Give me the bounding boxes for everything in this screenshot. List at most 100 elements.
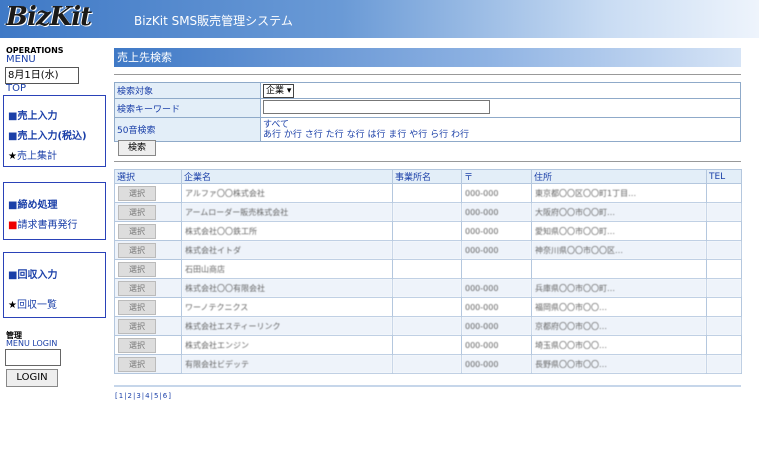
closing-menu-box: ■締め処理 ■請求書再発行 <box>3 182 106 240</box>
row-company: 有限会社ビデッテ <box>181 354 393 374</box>
row-address: 京都府〇〇市〇〇… <box>531 316 707 336</box>
row-zip: 000-000 <box>461 221 532 241</box>
menu-sales-entry[interactable]: ■売上入力 <box>8 107 57 122</box>
row-select-button[interactable]: 選択 <box>118 261 156 277</box>
row-zip: 000-000 <box>461 316 532 336</box>
row-select-button[interactable]: 選択 <box>118 356 156 372</box>
page-title: 売上先検索 <box>114 48 741 67</box>
kana-ha-link[interactable]: は行 <box>367 130 385 140</box>
kana-wa-link[interactable]: わ行 <box>451 130 469 140</box>
row-address: 大阪府〇〇市〇〇町… <box>531 202 707 222</box>
login-button[interactable]: LOGIN <box>6 369 58 387</box>
row-zip: 000-000 <box>461 202 532 222</box>
menu-sales-entry-tax[interactable]: ■売上入力(税込) <box>8 127 87 142</box>
kana-all-link[interactable]: すべて <box>263 120 289 130</box>
row-office <box>392 221 462 241</box>
row-select-cell: 選択 <box>114 278 182 298</box>
divider <box>114 385 741 387</box>
table-row: 選択 有限会社ビデッテ 000-000 長野県〇〇市〇〇… <box>114 354 742 374</box>
row-tel <box>706 202 742 222</box>
row-select-cell: 選択 <box>114 221 182 241</box>
kana-sa-link[interactable]: さ行 <box>305 130 323 140</box>
menu-sales-summary[interactable]: ★売上集計 <box>8 147 57 162</box>
table-row: 選択 株式会社イトダ 000-000 神奈川県〇〇市〇〇区… <box>114 240 742 260</box>
kana-ma-link[interactable]: ま行 <box>388 130 406 140</box>
kana-na-link[interactable]: な行 <box>347 130 365 140</box>
search-keyword-label: 検索キーワード <box>114 98 261 118</box>
row-office <box>392 183 462 203</box>
row-zip: 000-000 <box>461 278 532 298</box>
pagination[interactable]: [1|2|3|4|5|6] <box>115 392 172 400</box>
row-company: 株式会社イトダ <box>181 240 393 260</box>
kana-search-label: 50音検索 <box>114 117 261 142</box>
row-tel <box>706 335 742 355</box>
table-row: 選択 株式会社エンジン 000-000 埼玉県〇〇市〇〇… <box>114 335 742 355</box>
table-row: 選択 株式会社〇〇鉄工所 000-000 愛知県〇〇市〇〇町… <box>114 221 742 241</box>
table-row: 選択 石田山商店 <box>114 259 742 279</box>
row-select-button[interactable]: 選択 <box>118 204 156 220</box>
bizkit-logo[interactable]: BizKit <box>6 2 92 32</box>
menu-invoice-reissue[interactable]: ■請求書再発行 <box>8 216 77 231</box>
row-office <box>392 278 462 298</box>
login-password-input[interactable] <box>5 349 61 366</box>
row-company: 株式会社エスティーリンク <box>181 316 393 336</box>
row-select-cell: 選択 <box>114 354 182 374</box>
results-body: 選択 アルファ〇〇株式会社 000-000 東京都〇〇区〇〇町1丁目… 選択 アームローダ… <box>114 183 742 374</box>
row-tel <box>706 221 742 241</box>
row-zip: 000-000 <box>461 335 532 355</box>
row-company: 株式会社〇〇有限会社 <box>181 278 393 298</box>
menu-collection-list[interactable]: ★回収一覧 <box>8 296 57 311</box>
row-office <box>392 316 462 336</box>
table-row: 選択 株式会社〇〇有限会社 000-000 兵庫県〇〇市〇〇町… <box>114 278 742 298</box>
search-target-select[interactable]: 企業 ▾ <box>263 84 295 98</box>
table-row: 選択 株式会社エスティーリンク 000-000 京都府〇〇市〇〇… <box>114 316 742 336</box>
row-address <box>531 259 707 279</box>
row-address: 愛知県〇〇市〇〇町… <box>531 221 707 241</box>
row-select-button[interactable]: 選択 <box>118 299 156 315</box>
row-address: 兵庫県〇〇市〇〇町… <box>531 278 707 298</box>
row-office <box>392 240 462 260</box>
sales-menu-box: ■売上入力 ■売上入力(税込) ★売上集計 <box>3 95 106 167</box>
top-link[interactable]: TOP <box>6 83 26 94</box>
search-keyword-input[interactable] <box>263 100 490 114</box>
row-tel <box>706 354 742 374</box>
kana-ra-link[interactable]: ら行 <box>430 130 448 140</box>
row-address: 埼玉県〇〇市〇〇… <box>531 335 707 355</box>
kana-a-link[interactable]: あ行 <box>263 130 281 140</box>
table-row: 選択 アルファ〇〇株式会社 000-000 東京都〇〇区〇〇町1丁目… <box>114 183 742 203</box>
chevron-down-icon: ▾ <box>286 86 292 96</box>
menu-collection-entry[interactable]: ■回収入力 <box>8 266 57 281</box>
row-select-button[interactable]: 選択 <box>118 337 156 353</box>
results-table: 選択 企業名 事業所名 〒 住所 TEL 選択 アルファ〇〇株式会社 000-000… <box>114 169 742 374</box>
row-office <box>392 202 462 222</box>
row-select-cell: 選択 <box>114 316 182 336</box>
row-company: アームローダー販売株式会社 <box>181 202 393 222</box>
row-select-button[interactable]: 選択 <box>118 185 156 201</box>
kana-ta-link[interactable]: た行 <box>326 130 344 140</box>
row-select-button[interactable]: 選択 <box>118 242 156 258</box>
table-row: 選択 ワーノテクニクス 000-000 福岡県〇〇市〇〇… <box>114 297 742 317</box>
row-tel <box>706 183 742 203</box>
row-tel <box>706 240 742 260</box>
col-office: 事業所名 <box>392 169 462 184</box>
row-company: アルファ〇〇株式会社 <box>181 183 393 203</box>
kana-ya-link[interactable]: や行 <box>409 130 427 140</box>
row-select-button[interactable]: 選択 <box>118 223 156 239</box>
row-address: 神奈川県〇〇市〇〇区… <box>531 240 707 260</box>
menu-closing[interactable]: ■締め処理 <box>8 196 57 211</box>
kana-ka-link[interactable]: か行 <box>284 130 302 140</box>
row-office <box>392 335 462 355</box>
results-header-row: 選択 企業名 事業所名 〒 住所 TEL <box>114 169 742 184</box>
row-select-button[interactable]: 選択 <box>118 318 156 334</box>
col-tel: TEL <box>706 169 742 184</box>
row-select-button[interactable]: 選択 <box>118 280 156 296</box>
row-zip: 000-000 <box>461 240 532 260</box>
menu-label: MENU <box>6 54 36 65</box>
search-target-label: 検索対象 <box>114 82 261 99</box>
row-office <box>392 354 462 374</box>
col-address: 住所 <box>531 169 707 184</box>
row-company: 株式会社〇〇鉄工所 <box>181 221 393 241</box>
menu-login-label: MENU LOGIN <box>6 339 58 348</box>
row-zip: 000-000 <box>461 297 532 317</box>
search-button[interactable]: 検索 <box>118 140 156 156</box>
